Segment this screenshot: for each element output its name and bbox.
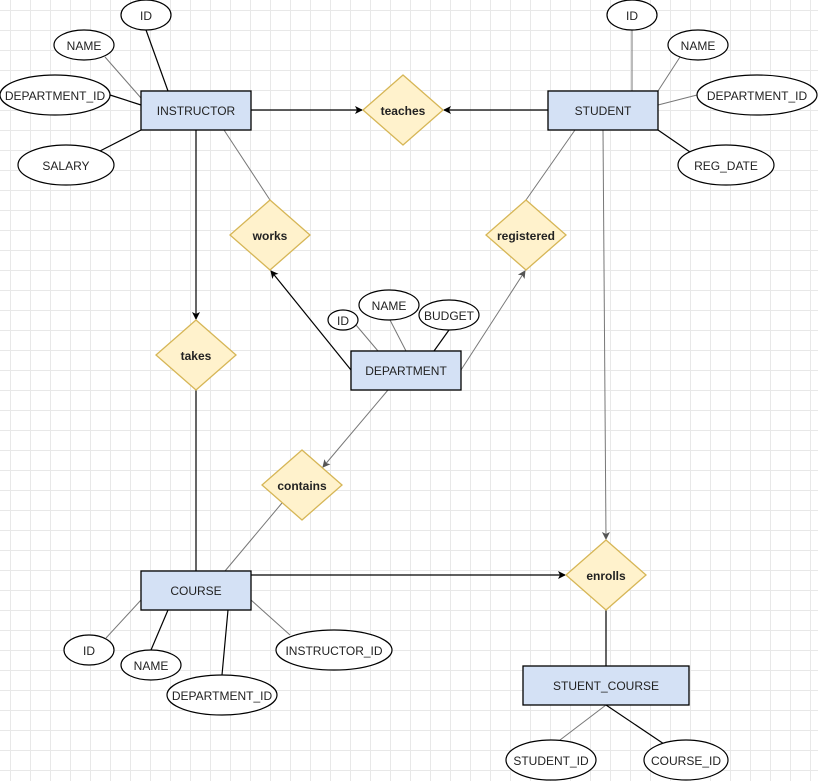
attribute-label: INSTRUCTOR_ID bbox=[285, 644, 382, 658]
attribute-department-budget[interactable]: BUDGET bbox=[418, 299, 480, 331]
svg-text:COURSE: COURSE bbox=[170, 584, 221, 598]
attribute-label: SALARY bbox=[42, 159, 89, 173]
connector-line bbox=[250, 599, 291, 636]
attribute-label: NAME bbox=[67, 39, 102, 53]
svg-text:INSTRUCTOR: INSTRUCTOR bbox=[157, 104, 236, 118]
attribute-label: ID bbox=[626, 9, 638, 23]
svg-text:registered: registered bbox=[497, 229, 555, 243]
svg-text:DEPARTMENT: DEPARTMENT bbox=[365, 364, 447, 378]
connector-line bbox=[105, 599, 142, 639]
connector-line bbox=[99, 129, 142, 152]
entity-student-course[interactable]: STUENT_COURSE bbox=[522, 665, 690, 706]
svg-text:takes: takes bbox=[181, 349, 212, 363]
er-diagram: INSTRUCTOR STUDENT DEPARTMENT COURSE STU… bbox=[0, 0, 818, 781]
entity-student[interactable]: STUDENT bbox=[547, 90, 659, 131]
attribute-label: DEPARTMENT_ID bbox=[5, 89, 106, 103]
connector-line bbox=[525, 129, 576, 201]
svg-text:STUDENT: STUDENT bbox=[575, 104, 632, 118]
attribute-label: REG_DATE bbox=[694, 159, 758, 173]
connector-line bbox=[104, 56, 142, 99]
attribute-label: ID bbox=[83, 644, 95, 658]
connector-line bbox=[221, 609, 229, 676]
connector-line bbox=[109, 94, 142, 106]
attribute-label: NAME bbox=[134, 659, 169, 673]
attribute-label: ID bbox=[337, 314, 349, 328]
attribute-student-course-course-id[interactable]: COURSE_ID bbox=[643, 739, 729, 781]
entity-course[interactable]: COURSE bbox=[140, 570, 252, 611]
connector-line bbox=[223, 129, 271, 201]
connector-line bbox=[605, 704, 665, 745]
attribute-student-course-student-id[interactable]: STUDENT_ID bbox=[505, 739, 597, 781]
entity-department[interactable]: DEPARTMENT bbox=[350, 350, 462, 391]
relationship-teaches[interactable]: teaches bbox=[362, 74, 444, 146]
relationship-works[interactable]: works bbox=[229, 199, 311, 271]
attribute-label: NAME bbox=[372, 299, 407, 313]
attribute-instructor-salary[interactable]: SALARY bbox=[17, 144, 115, 186]
connector-line bbox=[657, 56, 681, 92]
relationship-enrolls[interactable]: enrolls bbox=[565, 539, 647, 611]
connector-line bbox=[145, 29, 169, 92]
svg-text:teaches: teaches bbox=[381, 104, 426, 118]
svg-text:enrolls: enrolls bbox=[586, 569, 626, 583]
relationship-registered[interactable]: registered bbox=[485, 199, 567, 271]
attribute-label: BUDGET bbox=[424, 309, 475, 323]
connector-line bbox=[389, 319, 407, 352]
attribute-department-name[interactable]: NAME bbox=[358, 289, 420, 321]
attribute-course-name[interactable]: NAME bbox=[120, 649, 182, 681]
relationship-contains[interactable]: contains bbox=[261, 449, 343, 521]
attribute-course-department-id[interactable]: DEPARTMENT_ID bbox=[166, 674, 278, 716]
attribute-student-reg-date[interactable]: REG_DATE bbox=[677, 144, 775, 186]
connector-line bbox=[322, 389, 389, 468]
connector-line bbox=[657, 129, 691, 153]
attribute-label: NAME bbox=[681, 39, 716, 53]
connector-line bbox=[601, 129, 610, 540]
connector-line bbox=[224, 502, 283, 572]
attribute-label: DEPARTMENT_ID bbox=[707, 89, 808, 103]
entity-instructor[interactable]: INSTRUCTOR bbox=[140, 90, 252, 131]
connector-line bbox=[433, 329, 450, 352]
attribute-label: COURSE_ID bbox=[651, 754, 721, 768]
connector-line bbox=[150, 609, 169, 651]
attribute-instructor-id[interactable]: ID bbox=[120, 0, 172, 31]
attribute-course-instructor-id[interactable]: INSTRUCTOR_ID bbox=[275, 629, 393, 671]
connector-line bbox=[559, 704, 607, 741]
attribute-course-id[interactable]: ID bbox=[63, 634, 115, 666]
attribute-student-name[interactable]: NAME bbox=[667, 29, 729, 61]
attribute-label: DEPARTMENT_ID bbox=[172, 689, 273, 703]
svg-text:works: works bbox=[252, 229, 288, 243]
attribute-label: STUDENT_ID bbox=[513, 754, 589, 768]
attribute-instructor-department-id[interactable]: DEPARTMENT_ID bbox=[0, 74, 111, 116]
attribute-label: ID bbox=[140, 9, 152, 23]
connector-line bbox=[657, 94, 698, 106]
svg-text:contains: contains bbox=[277, 479, 327, 493]
relationship-takes[interactable]: takes bbox=[155, 319, 237, 391]
attribute-student-department-id[interactable]: DEPARTMENT_ID bbox=[696, 74, 818, 116]
svg-text:STUENT_COURSE: STUENT_COURSE bbox=[553, 679, 659, 693]
attribute-department-id[interactable]: ID bbox=[327, 309, 359, 331]
attribute-student-id[interactable]: ID bbox=[606, 0, 658, 31]
attribute-instructor-name[interactable]: NAME bbox=[53, 29, 115, 61]
connector-line bbox=[355, 324, 379, 352]
